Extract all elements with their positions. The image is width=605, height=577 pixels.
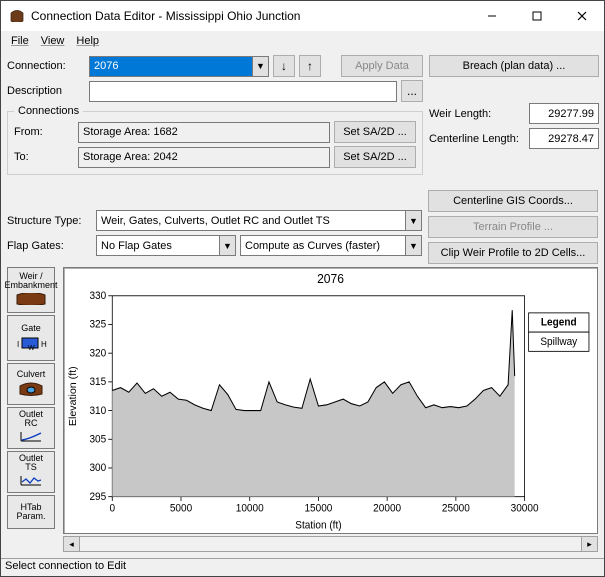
svg-text:Spillway: Spillway [540, 337, 578, 348]
svg-text:2076: 2076 [317, 272, 344, 286]
tool-outlet-rc[interactable]: Outlet RC [7, 407, 55, 449]
connection-label: Connection: [7, 60, 85, 72]
menu-help[interactable]: Help [70, 33, 105, 49]
svg-text:295: 295 [89, 492, 106, 503]
clip-weir-button[interactable]: Clip Weir Profile to 2D Cells... [428, 242, 598, 264]
scroll-right-icon[interactable]: ▸ [581, 537, 597, 551]
svg-text:310: 310 [89, 406, 106, 417]
chart-scrollbar[interactable]: ◂ ▸ [63, 536, 598, 552]
scroll-left-icon[interactable]: ◂ [64, 537, 80, 551]
to-label: To: [14, 151, 74, 163]
apply-data-button[interactable]: Apply Data [341, 55, 423, 77]
flap-gates-dropdown[interactable]: No Flap Gates ▼ [96, 235, 236, 256]
culvert-icon [18, 380, 44, 398]
centerline-length-field[interactable]: 29278.47 [529, 128, 599, 149]
tool-outlet-ts[interactable]: Outlet TS [7, 451, 55, 493]
svg-text:I: I [17, 340, 19, 349]
svg-text:0: 0 [109, 503, 115, 514]
to-set-button[interactable]: Set SA/2D ... [334, 146, 416, 168]
svg-text:300: 300 [89, 463, 106, 474]
weir-length-field[interactable]: 29277.99 [529, 103, 599, 124]
terrain-profile-button[interactable]: Terrain Profile ... [428, 216, 598, 238]
svg-text:315: 315 [89, 377, 106, 388]
svg-text:10000: 10000 [236, 503, 264, 514]
outlet-ts-icon [19, 472, 43, 490]
svg-text:15000: 15000 [304, 503, 332, 514]
svg-text:320: 320 [89, 348, 106, 359]
status-bar: Select connection to Edit [1, 558, 604, 576]
from-field: Storage Area: 1682 [78, 122, 330, 143]
gate-icon: IHW [14, 334, 48, 352]
app-icon [9, 8, 25, 24]
tool-culvert[interactable]: Culvert [7, 363, 55, 405]
svg-text:325: 325 [89, 319, 106, 330]
compute-mode-dropdown[interactable]: Compute as Curves (faster) ▼ [240, 235, 422, 256]
chevron-down-icon[interactable]: ▼ [405, 211, 421, 230]
maximize-button[interactable] [514, 1, 559, 31]
centerline-length-label: Centerline Length: [429, 133, 525, 145]
to-field: Storage Area: 2042 [78, 147, 330, 168]
chevron-down-icon[interactable]: ▼ [405, 236, 421, 255]
svg-text:H: H [41, 340, 47, 349]
structure-type-dropdown[interactable]: Weir, Gates, Culverts, Outlet RC and Out… [96, 210, 422, 231]
outlet-rc-icon [19, 428, 43, 446]
description-label: Description [7, 85, 85, 97]
svg-text:Legend: Legend [541, 317, 577, 328]
status-text: Select connection to Edit [5, 560, 126, 572]
chart-area[interactable]: 2076 295 300 305 310 315 320 325 330 0 5000 10000 15… [63, 267, 598, 534]
svg-text:30000: 30000 [511, 503, 539, 514]
svg-text:W: W [28, 345, 35, 350]
description-input[interactable] [89, 81, 397, 102]
window-title: Connection Data Editor - Mississippi Ohi… [31, 9, 469, 23]
from-label: From: [14, 126, 74, 138]
weir-length-label: Weir Length: [429, 108, 525, 120]
centerline-gis-button[interactable]: Centerline GIS Coords... [428, 190, 598, 212]
from-set-button[interactable]: Set SA/2D ... [334, 121, 416, 143]
up-arrow-button[interactable]: ↑ [299, 55, 321, 77]
tool-htab-param[interactable]: HTab Param. [7, 495, 55, 529]
chevron-down-icon[interactable]: ▼ [219, 236, 235, 255]
svg-text:305: 305 [89, 434, 106, 445]
menu-file[interactable]: File [5, 33, 35, 49]
menu-view[interactable]: View [35, 33, 71, 49]
svg-text:25000: 25000 [442, 503, 470, 514]
down-arrow-button[interactable]: ↓ [273, 55, 295, 77]
connection-value: 2076 [90, 60, 252, 72]
close-button[interactable] [559, 1, 604, 31]
svg-text:5000: 5000 [170, 503, 193, 514]
minimize-button[interactable] [469, 1, 514, 31]
svg-text:Station (ft): Station (ft) [295, 520, 341, 531]
description-ellipsis-button[interactable]: ... [401, 80, 423, 102]
connections-group-label: Connections [14, 105, 83, 117]
breach-button[interactable]: Breach (plan data) ... [429, 55, 599, 77]
connections-group: Connections From: Storage Area: 1682 Set… [7, 105, 423, 175]
svg-text:Elevation (ft): Elevation (ft) [68, 366, 79, 426]
connection-dropdown[interactable]: 2076 ▼ [89, 56, 269, 77]
tool-gate[interactable]: Gate IHW [7, 315, 55, 361]
flap-gates-label: Flap Gates: [7, 240, 92, 252]
structure-type-label: Structure Type: [7, 215, 92, 227]
chevron-down-icon[interactable]: ▼ [252, 57, 268, 76]
weir-icon [16, 290, 46, 308]
svg-text:20000: 20000 [373, 503, 401, 514]
tool-weir-embankment[interactable]: Weir / Embankment [7, 267, 55, 313]
svg-text:330: 330 [89, 291, 106, 302]
